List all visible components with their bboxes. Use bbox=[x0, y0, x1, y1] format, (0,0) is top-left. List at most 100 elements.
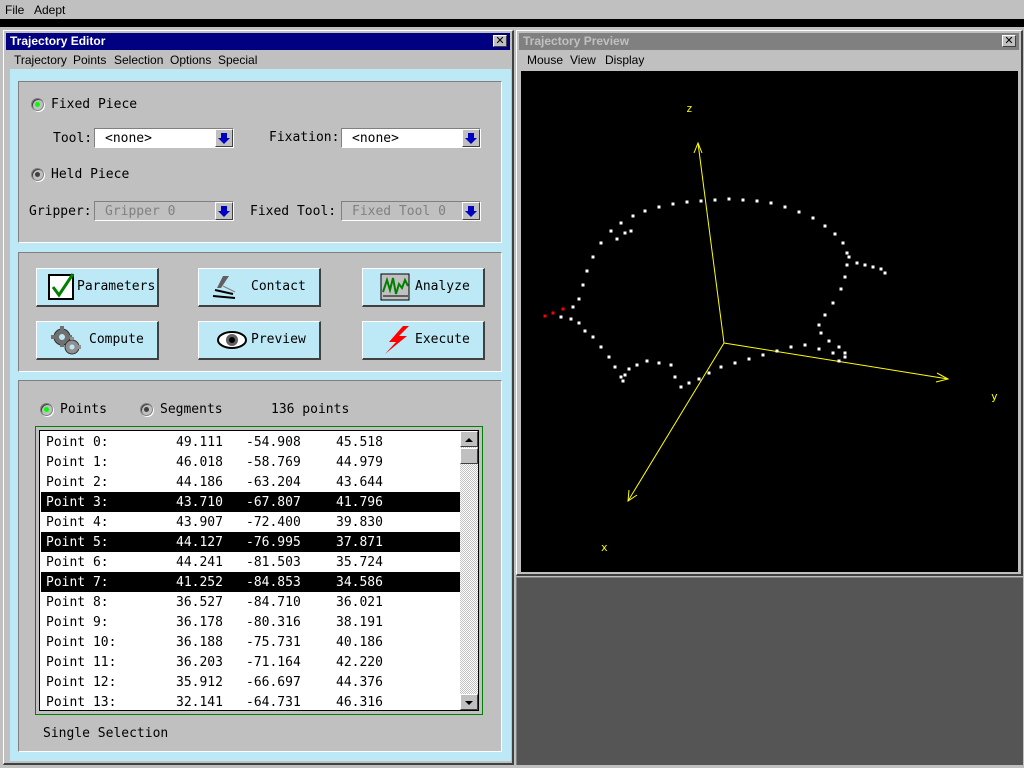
fixed-piece-radio[interactable] bbox=[31, 98, 44, 111]
table-row[interactable]: Point 1: 46.018 -58.769 44.979 bbox=[41, 452, 461, 472]
arrow-down-icon bbox=[465, 701, 473, 705]
points-radio-label: Points bbox=[60, 402, 107, 417]
trajectory-point bbox=[561, 307, 565, 311]
trajectory-point bbox=[775, 349, 779, 353]
table-row[interactable]: Point 13: 32.141 -64.731 46.316 bbox=[41, 692, 461, 710]
menu-trajectory[interactable]: Trajectory bbox=[14, 53, 67, 67]
segments-radio[interactable] bbox=[140, 403, 153, 416]
gripper-dropdown-button[interactable] bbox=[215, 202, 233, 220]
trajectory-point bbox=[839, 287, 843, 291]
preview-titlebar[interactable]: Trajectory Preview ✕ bbox=[519, 33, 1019, 50]
table-row[interactable]: Point 0: 49.111 -54.908 45.518 bbox=[41, 432, 461, 452]
piece-panel: Fixed Piece Tool: <none> Fixation: <none… bbox=[18, 81, 502, 243]
table-row[interactable]: Point 7: 41.252 -84.853 34.586 bbox=[41, 572, 461, 592]
fixed-tool-combo[interactable]: Fixed Tool 0 bbox=[341, 201, 481, 221]
y-axis-line bbox=[723, 342, 949, 380]
trajectory-point bbox=[591, 335, 595, 339]
table-row[interactable]: Point 9: 36.178 -80.316 38.191 bbox=[41, 612, 461, 632]
table-row[interactable]: Point 10: 36.188 -75.731 40.186 bbox=[41, 632, 461, 652]
analyze-button[interactable]: Analyze bbox=[362, 268, 485, 307]
empty-workspace bbox=[516, 577, 1023, 765]
point-name: Point 7: bbox=[46, 575, 109, 590]
trajectory-point bbox=[607, 355, 611, 359]
trajectory-point bbox=[707, 371, 711, 375]
trajectory-point bbox=[623, 231, 627, 235]
checkmark-icon bbox=[48, 273, 75, 300]
point-y-value: -81.503 bbox=[246, 555, 301, 570]
menu-mouse[interactable]: Mouse bbox=[527, 53, 563, 67]
point-name: Point 0: bbox=[46, 435, 109, 450]
trajectory-point bbox=[883, 271, 887, 275]
trajectory-point bbox=[619, 221, 623, 225]
trajectory-point bbox=[827, 339, 831, 343]
trajectory-point bbox=[599, 241, 603, 245]
fixation-dropdown-button[interactable] bbox=[462, 129, 480, 147]
trajectory-point bbox=[627, 367, 631, 371]
editor-titlebar[interactable]: Trajectory Editor ✕ bbox=[6, 33, 510, 50]
table-row[interactable]: Point 2: 44.186 -63.204 43.644 bbox=[41, 472, 461, 492]
menu-file[interactable]: File bbox=[5, 3, 24, 17]
table-row[interactable]: Point 6: 44.241 -81.503 35.724 bbox=[41, 552, 461, 572]
tool-dropdown-button[interactable] bbox=[215, 129, 233, 147]
point-y-value: -75.731 bbox=[246, 635, 301, 650]
table-row[interactable]: Point 8: 36.527 -84.710 36.021 bbox=[41, 592, 461, 612]
points-list[interactable]: Point 0: 49.111 -54.908 45.518 Point 1: 46.01… bbox=[39, 430, 479, 711]
trajectory-point bbox=[819, 331, 823, 335]
menu-points[interactable]: Points bbox=[73, 53, 106, 67]
held-piece-radio[interactable] bbox=[31, 168, 44, 181]
editor-title: Trajectory Editor bbox=[10, 34, 106, 48]
trajectory-point bbox=[783, 205, 787, 209]
trajectory-point bbox=[687, 381, 691, 385]
menu-selection[interactable]: Selection bbox=[114, 53, 163, 67]
table-row[interactable]: Point 3: 43.710 -67.807 41.796 bbox=[41, 492, 461, 512]
scroll-up-button[interactable] bbox=[460, 431, 478, 447]
compute-button[interactable]: Compute bbox=[36, 321, 159, 360]
table-row[interactable]: Point 11: 36.203 -71.164 42.220 bbox=[41, 652, 461, 672]
execute-label: Execute bbox=[415, 332, 470, 347]
menu-view[interactable]: View bbox=[570, 53, 596, 67]
fixed-tool-dropdown-button[interactable] bbox=[462, 202, 480, 220]
preview-close-button[interactable]: ✕ bbox=[1002, 35, 1016, 47]
menu-options[interactable]: Options bbox=[170, 53, 211, 67]
trajectory-point bbox=[643, 209, 647, 213]
contact-button[interactable]: Contact bbox=[198, 268, 321, 307]
preview-button[interactable]: Preview bbox=[198, 321, 321, 360]
gripper-value: Gripper 0 bbox=[105, 204, 176, 219]
parameters-button[interactable]: Parameters bbox=[36, 268, 159, 307]
scroll-thumb[interactable] bbox=[460, 448, 478, 464]
fixation-label: Fixation: bbox=[269, 130, 340, 145]
table-row[interactable]: Point 5: 44.127 -76.995 37.871 bbox=[41, 532, 461, 552]
scroll-down-button[interactable] bbox=[460, 694, 478, 710]
tool-combo[interactable]: <none> bbox=[94, 128, 234, 148]
trajectory-point bbox=[713, 198, 717, 202]
point-z-value: 44.376 bbox=[336, 675, 383, 690]
table-row[interactable]: Point 4: 43.907 -72.400 39.830 bbox=[41, 512, 461, 532]
trajectory-point bbox=[609, 229, 613, 233]
editor-close-button[interactable]: ✕ bbox=[493, 35, 507, 47]
trajectory-point bbox=[843, 351, 847, 355]
point-name: Point 9: bbox=[46, 615, 109, 630]
point-name: Point 5: bbox=[46, 535, 109, 550]
preview-viewport[interactable]: z y x bbox=[521, 71, 1018, 572]
fixation-combo[interactable]: <none> bbox=[341, 128, 481, 148]
point-x-value: 46.018 bbox=[176, 455, 223, 470]
gripper-combo[interactable]: Gripper 0 bbox=[94, 201, 234, 221]
trajectory-point bbox=[577, 297, 581, 301]
points-scrollbar[interactable] bbox=[460, 431, 478, 710]
menu-special[interactable]: Special bbox=[218, 53, 257, 67]
trajectory-point bbox=[797, 210, 801, 214]
menu-display[interactable]: Display bbox=[605, 53, 644, 67]
close-icon: ✕ bbox=[495, 35, 505, 47]
trajectory-point bbox=[741, 198, 745, 202]
radio-empty-dot bbox=[35, 172, 40, 177]
editor-menubar: Trajectory Points Selection Options Spec… bbox=[6, 51, 510, 68]
menu-adept[interactable]: Adept bbox=[34, 3, 65, 17]
point-x-value: 49.111 bbox=[176, 435, 223, 450]
point-name: Point 4: bbox=[46, 515, 109, 530]
points-radio[interactable] bbox=[40, 403, 53, 416]
gears-icon bbox=[51, 326, 81, 355]
table-row[interactable]: Point 12: 35.912 -66.697 44.376 bbox=[41, 672, 461, 692]
point-z-value: 34.586 bbox=[336, 575, 383, 590]
points-panel: Points Segments 136 points Point 0: 49.11… bbox=[18, 380, 502, 752]
execute-button[interactable]: Execute bbox=[362, 321, 485, 360]
